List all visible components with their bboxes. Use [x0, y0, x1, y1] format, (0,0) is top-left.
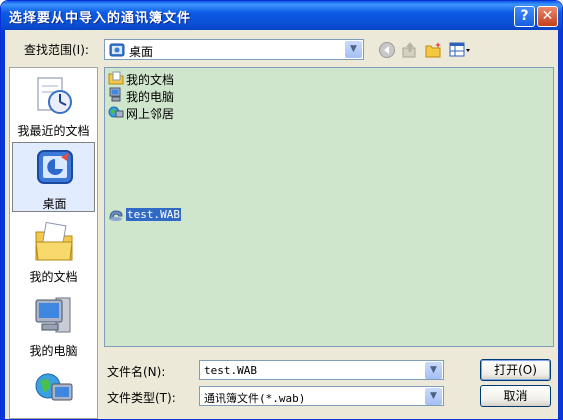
place-label: 我的文档: [29, 270, 78, 284]
nav-toolbar: [376, 39, 476, 61]
address-book-file-icon: [109, 210, 123, 221]
cancel-button[interactable]: 取消: [480, 385, 551, 407]
place-network[interactable]: [12, 364, 95, 418]
file-type-dropdown[interactable]: 通讯簿文件(*.wab) ▼: [199, 386, 444, 406]
file-type-value: 通讯簿文件(*.wab): [204, 392, 306, 405]
file-name: 我的文档: [126, 73, 175, 87]
back-icon[interactable]: [378, 41, 396, 59]
file-name: test.WAB: [126, 208, 181, 221]
up-folder-icon[interactable]: [401, 41, 419, 59]
look-in-value: 桌面: [129, 45, 154, 59]
place-desktop[interactable]: 桌面: [12, 142, 95, 212]
look-in-label: 查找范围(I):: [24, 43, 89, 57]
place-my-documents[interactable]: 我的文档: [12, 216, 95, 286]
computer-icon: [109, 87, 121, 102]
place-label: 桌面: [42, 197, 67, 211]
desktop-icon: [109, 43, 125, 57]
window-frame-right: [558, 30, 562, 419]
place-label: 我最近的文档: [17, 124, 90, 138]
view-menu-icon[interactable]: [449, 41, 471, 59]
desktop-icon: [37, 150, 73, 184]
import-dialog: 选择要从中导入的通讯簿文件 ? ✕ 查找范围(I): 桌面 ▼ 我最近的文档 桌…: [0, 0, 563, 420]
folder-icon: [108, 71, 124, 85]
file-name-label: 文件名(N):: [107, 365, 166, 379]
new-folder-icon[interactable]: [425, 41, 443, 59]
window-title: 选择要从中导入的通讯簿文件: [9, 11, 192, 26]
open-button[interactable]: 打开(O): [480, 359, 551, 381]
network-places-icon: [35, 373, 73, 401]
file-name-field[interactable]: test.WAB ▼: [199, 360, 444, 380]
file-name: 网上邻居: [126, 107, 175, 121]
look-in-dropdown[interactable]: 桌面 ▼: [104, 39, 364, 60]
recent-documents-icon: [37, 77, 72, 114]
network-icon: [108, 106, 124, 118]
file-type-label: 文件类型(T):: [107, 391, 176, 405]
place-recent-documents[interactable]: 我最近的文档: [12, 70, 95, 140]
file-name: 我的电脑: [126, 90, 175, 104]
my-computer-icon: [35, 297, 71, 333]
chevron-down-icon[interactable]: ▼: [425, 388, 442, 405]
file-list[interactable]: 我的文档 我的电脑 网上邻居 test.WAB: [104, 67, 554, 347]
close-button[interactable]: ✕: [537, 6, 558, 27]
help-button[interactable]: ?: [514, 6, 535, 27]
chevron-down-icon[interactable]: ▼: [345, 41, 362, 58]
my-documents-icon: [35, 221, 73, 261]
chevron-down-icon[interactable]: ▼: [425, 362, 442, 379]
place-my-computer[interactable]: 我的电脑: [12, 290, 95, 360]
file-name-value: test.WAB: [204, 364, 257, 377]
title-bar[interactable]: 选择要从中导入的通讯簿文件 ? ✕: [1, 1, 562, 30]
places-bar: 我最近的文档 桌面 我的文档 我的电脑: [9, 67, 98, 419]
place-label: 我的电脑: [29, 344, 78, 358]
window-frame-left: [1, 30, 5, 419]
